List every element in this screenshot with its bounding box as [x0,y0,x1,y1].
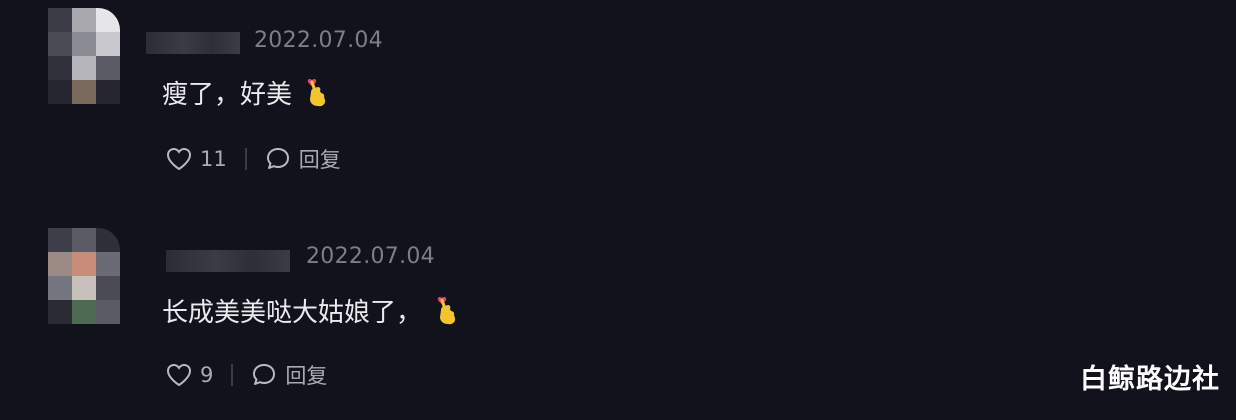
avatar-pixel [96,8,120,32]
comment-text: 瘦了，好美 [162,80,293,110]
comment-item: 2022.07.04 瘦了，好美 11 回复 [0,0,1236,200]
avatar-pixel [72,252,96,276]
avatar-pixel [48,300,72,324]
comment-text-row: 瘦了，好美 [162,74,328,111]
avatar-pixel [72,56,96,80]
like-button[interactable]: 9 [166,363,213,387]
speech-bubble-icon [266,148,289,169]
avatar[interactable] [48,228,120,324]
avatar-pixel [96,276,120,300]
avatar-pixel [72,228,96,252]
comment-item: 2022.07.04 长成美美哒大姑娘了， 9 回复 [0,220,1236,420]
avatar-pixel [48,252,72,276]
avatar-pixel [48,228,72,252]
reply-label: 回复 [285,364,328,388]
like-button[interactable]: 11 [166,147,227,171]
comment-text: 长成美美哒大姑娘了， [162,298,423,328]
avatar-pixel [96,56,120,80]
username-blurred[interactable] [166,250,290,272]
reply-button[interactable]: 回复 [251,360,327,390]
avatar-pixel [96,300,120,324]
reply-button[interactable]: 回复 [265,144,341,174]
avatar-pixel [48,32,72,56]
comment-timestamp: 2022.07.04 [306,244,435,269]
avatar-pixel [96,32,120,56]
avatar-pixel [96,80,120,104]
comment-actions: 9 回复 [166,360,327,390]
comment-actions: 11 回复 [166,144,341,174]
avatar-pixel [72,300,96,324]
avatar-pixel [72,8,96,32]
like-count: 9 [200,363,214,387]
avatar[interactable] [48,8,120,104]
finger-heart-emoji-icon [437,296,456,324]
divider [231,364,234,386]
heart-outline-icon [166,147,192,171]
finger-heart-emoji-icon [307,78,326,106]
avatar-pixel [48,80,72,104]
avatar-pixel [72,80,96,104]
like-count: 11 [200,147,227,171]
speech-bubble-icon [253,364,276,385]
username-blurred[interactable] [146,32,240,54]
avatar-pixel [96,228,120,252]
avatar-pixel [96,252,120,276]
heart-outline-icon [166,363,192,387]
avatar-pixel [72,32,96,56]
avatar-pixel [48,56,72,80]
reply-label: 回复 [298,148,341,172]
avatar-pixel [72,276,96,300]
watermark-text: 白鲸路边社 [1080,364,1220,395]
comment-text-row: 长成美美哒大姑娘了， [162,292,458,329]
avatar-pixel [48,276,72,300]
avatar-pixel [48,8,72,32]
divider [244,148,247,170]
comment-timestamp: 2022.07.04 [254,28,383,53]
